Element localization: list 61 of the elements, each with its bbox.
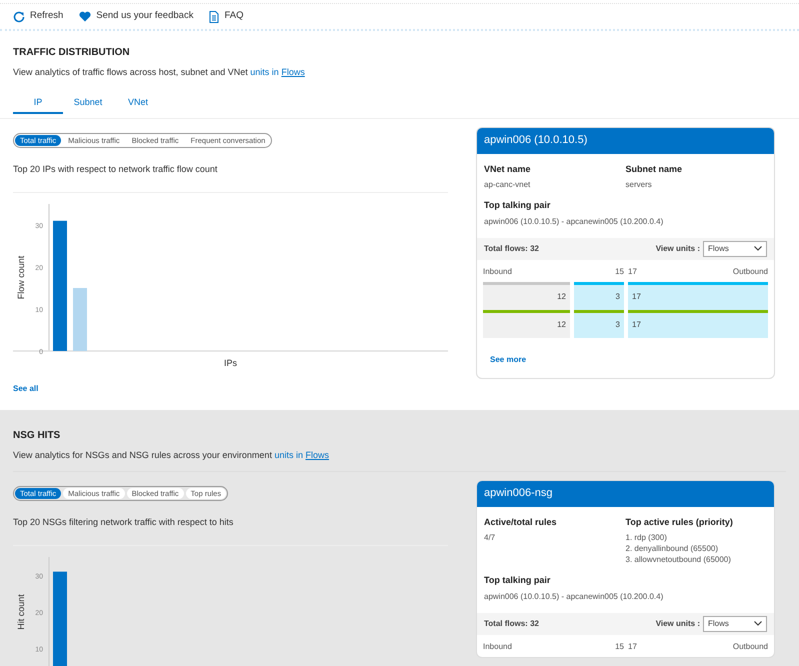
field-value: ap-canc-vnet <box>484 179 532 190</box>
field-label: Top talking pair <box>484 199 552 212</box>
field-label: Top talking pair <box>484 574 552 587</box>
inbound-label: Inbound <box>483 266 513 278</box>
flow-cell: 3 <box>574 310 624 338</box>
refresh-icon <box>13 10 25 22</box>
toolbar-button[interactable]: Send us your feedback <box>79 9 194 24</box>
chevron-down-icon <box>754 246 762 251</box>
section-title: NSG HITS <box>13 429 62 443</box>
inbound-total: 15 <box>614 640 624 652</box>
outbound-total: 17 <box>628 640 637 652</box>
tab[interactable]: Subnet <box>63 94 113 114</box>
card-header: apwin006 (10.0.10.5) <box>477 128 774 154</box>
tab[interactable]: IP <box>13 94 63 114</box>
inbound-total: 15 <box>614 266 624 278</box>
toolbar-button[interactable]: Refresh <box>13 9 64 24</box>
units-dropdown[interactable]: Flows <box>703 616 767 632</box>
field-label: Subnet name <box>626 162 684 176</box>
tab[interactable]: VNet <box>113 94 163 114</box>
heart-icon <box>79 11 92 22</box>
outbound-label: Outbound <box>732 266 768 278</box>
inbound-label: Inbound <box>483 640 513 652</box>
field-label: Top active rules (priority) <box>626 516 734 529</box>
field-value: 1. rdp (300) <box>626 532 668 543</box>
total-flows-text: Total flows: 32 <box>484 618 539 630</box>
see-more-link[interactable]: See more <box>490 354 526 364</box>
axis-title: Flow count <box>16 256 26 300</box>
chart-caption: Top 20 NSGs filtering network traffic with respect to hits <box>13 516 234 529</box>
flows-link[interactable]: Flows <box>305 450 329 460</box>
field-value: apwin006 (10.0.10.5) - apcanewin005 (10.200.0.4) <box>484 590 664 603</box>
field-value: servers <box>626 179 653 190</box>
field-value: 2. denyallinbound (65500) <box>626 543 720 554</box>
field-value: 3. allowvnetoutbound (65000) <box>626 554 732 565</box>
card-header: apwin006-nsg <box>477 480 774 506</box>
flow-cell: 12 <box>483 310 570 338</box>
section-description: View analytics of traffic flows across host, subnet and VNet units in Flows <box>13 66 306 79</box>
flow-cell: 17 <box>628 282 768 310</box>
axis-title: Hit count <box>16 594 26 630</box>
field-label: Active/total rules <box>484 516 558 528</box>
units-dropdown[interactable]: Flows <box>703 240 767 256</box>
field-value: 4/7 <box>484 532 496 543</box>
field-label: VNet name <box>484 162 532 176</box>
section-title: TRAFFIC DISTRIBUTION <box>13 46 131 60</box>
field-value: apwin006 (10.0.10.5) - apcanewin005 (10.200.0.4) <box>484 216 664 228</box>
document-icon <box>209 10 220 22</box>
outbound-total: 17 <box>628 266 637 278</box>
chart-caption: Top 20 IPs with respect to network traffic flow count <box>13 162 218 176</box>
toolbar-button[interactable]: FAQ <box>209 9 244 24</box>
flows-link[interactable]: Flows <box>281 67 305 77</box>
axis-title: IPs <box>224 357 237 370</box>
chevron-down-icon <box>754 621 762 626</box>
section-description: View analytics for NSGs and NSG rules across your environment units in Flows <box>13 449 330 462</box>
total-flows-text: Total flows: 32 <box>484 242 539 254</box>
flow-cell: 3 <box>574 282 624 310</box>
outbound-label: Outbound <box>732 640 768 652</box>
flow-cell: 17 <box>628 310 768 338</box>
chart-bar <box>73 288 87 351</box>
see-all-link[interactable]: See all <box>13 382 448 394</box>
flow-cell: 12 <box>483 282 570 310</box>
units-label: View units : <box>656 242 700 254</box>
units-label: View units : <box>656 618 700 630</box>
